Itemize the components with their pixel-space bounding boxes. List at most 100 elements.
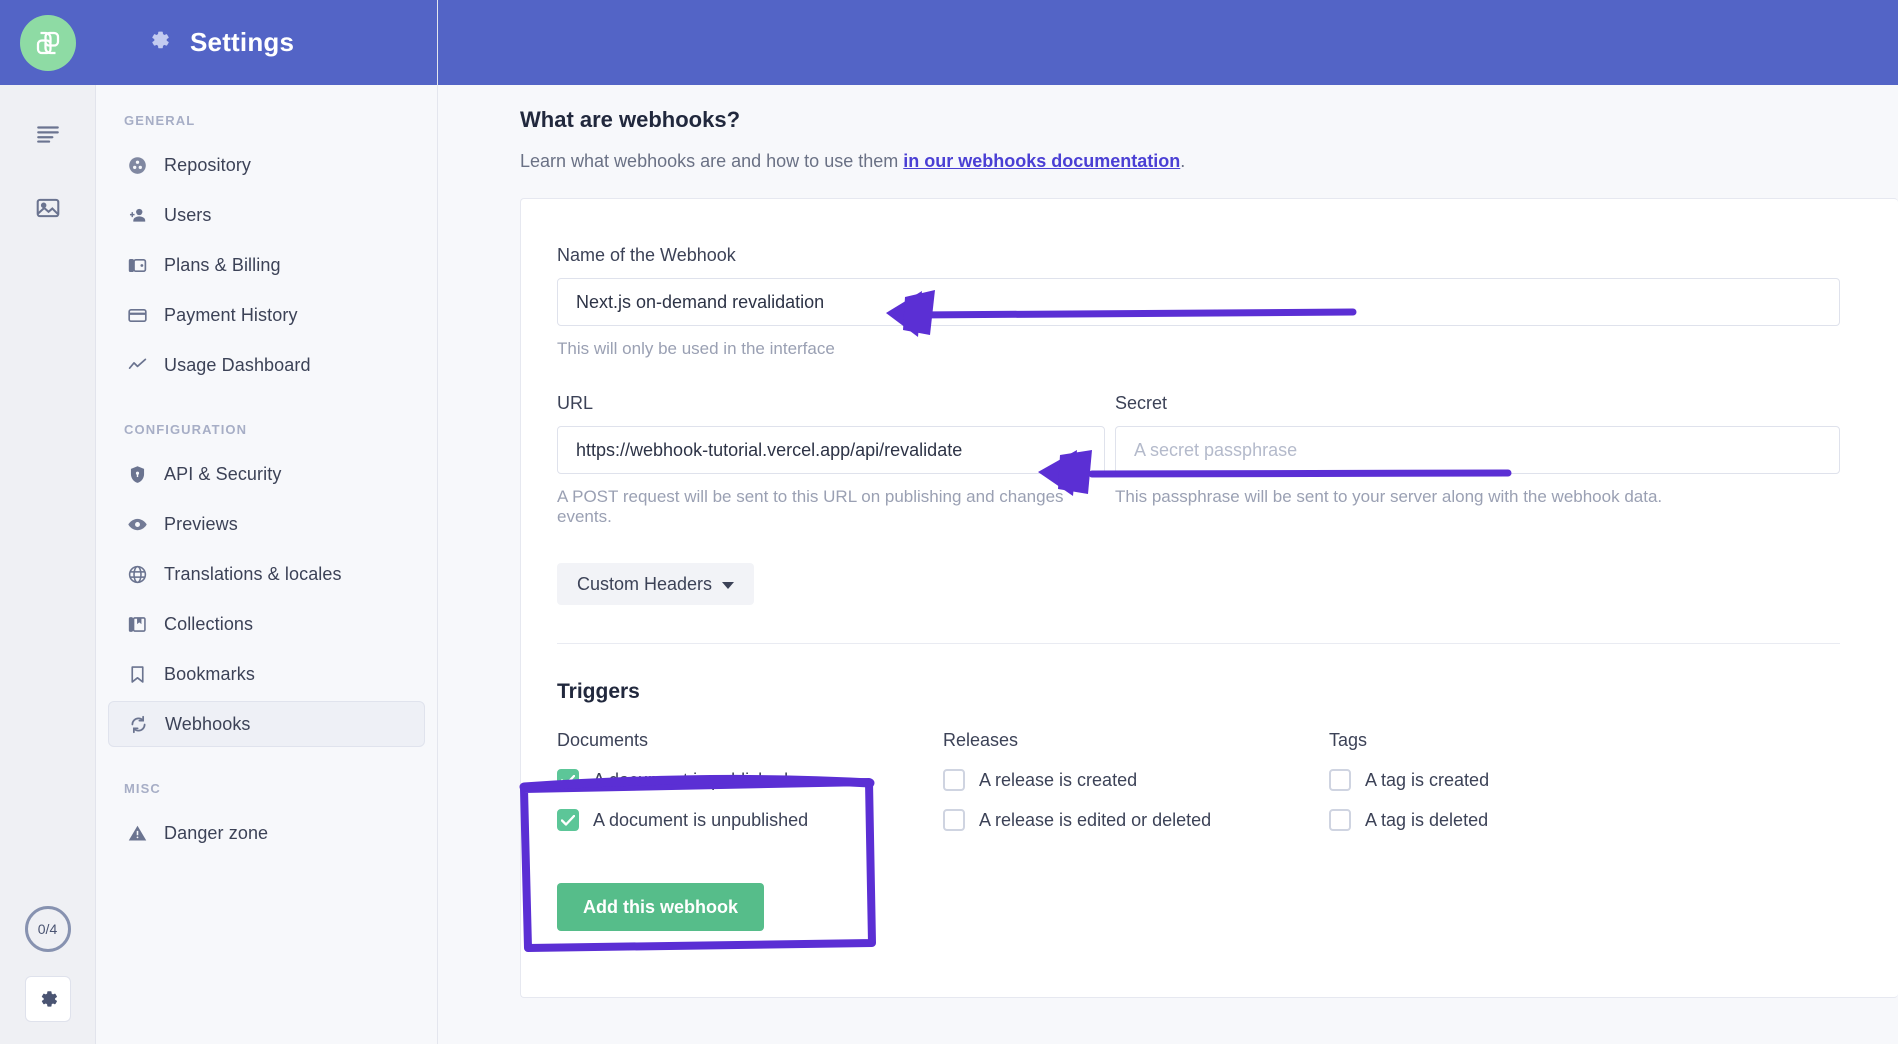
wallet-icon <box>126 254 148 276</box>
chevron-down-icon <box>722 574 734 595</box>
add-webhook-button[interactable]: Add this webhook <box>557 883 764 931</box>
intro-paragraph: Learn what webhooks are and how to use t… <box>520 151 1898 172</box>
books-icon <box>126 613 148 635</box>
trigger-label: A release is edited or deleted <box>979 810 1211 831</box>
trigger-label: A document is published <box>593 770 788 791</box>
sidebar-item-label: Previews <box>164 514 238 535</box>
checkbox-icon[interactable] <box>943 769 965 791</box>
icon-rail: 0/4 <box>0 0 96 1044</box>
sidebar-item-previews[interactable]: Previews <box>108 501 425 547</box>
trigger-tag-created[interactable]: A tag is created <box>1329 769 1715 791</box>
add-user-icon <box>126 204 148 226</box>
main-scroll-area[interactable]: What are webhooks? Learn what webhooks a… <box>438 85 1898 1044</box>
trigger-tag-deleted[interactable]: A tag is deleted <box>1329 809 1715 831</box>
nav-section-configuration-label: CONFIGURATION <box>96 422 437 437</box>
repository-icon <box>126 154 148 176</box>
logo-container[interactable] <box>0 0 96 85</box>
triggers-heading: Triggers <box>557 680 1840 704</box>
checkbox-icon[interactable] <box>943 809 965 831</box>
checkbox-icon[interactable] <box>557 809 579 831</box>
webhook-url-input[interactable] <box>557 426 1105 474</box>
sidebar-item-label: Bookmarks <box>164 664 255 685</box>
custom-headers-button[interactable]: Custom Headers <box>557 563 754 605</box>
trigger-label: A release is created <box>979 770 1137 791</box>
triggers-column-releases: Releases A release is created A release … <box>943 730 1329 849</box>
chart-line-icon <box>126 354 148 376</box>
sidebar-item-payment-history[interactable]: Payment History <box>108 292 425 338</box>
app-root: 0/4 Settings GENERAL <box>0 0 1898 1044</box>
triggers-column-documents: Documents A document is published <box>557 730 943 849</box>
sidebar-item-danger-zone[interactable]: Danger zone <box>108 810 425 856</box>
nav-list-misc: Danger zone <box>96 810 437 856</box>
warning-triangle-icon <box>126 822 148 844</box>
checkbox-icon[interactable] <box>1329 809 1351 831</box>
triggers-column-heading: Tags <box>1329 730 1715 751</box>
sidebar-item-plans-billing[interactable]: Plans & Billing <box>108 242 425 288</box>
sidebar-item-label: Danger zone <box>164 823 268 844</box>
sidebar-item-label: Plans & Billing <box>164 255 281 276</box>
webhooks-intro: What are webhooks? Learn what webhooks a… <box>438 85 1898 198</box>
webhook-form-card: Name of the Webhook This will only be us… <box>520 198 1898 998</box>
trigger-document-published[interactable]: A document is published <box>557 769 943 791</box>
sidebar-item-translations-locales[interactable]: Translations & locales <box>108 551 425 597</box>
trigger-label: A document is unpublished <box>593 810 808 831</box>
sidebar-item-label: Collections <box>164 614 253 635</box>
intro-text-before: Learn what webhooks are and how to use t… <box>520 151 903 171</box>
intro-heading: What are webhooks? <box>520 107 1898 133</box>
prismic-logo-icon <box>20 15 76 71</box>
menu-icon[interactable] <box>25 111 71 157</box>
trigger-release-edited-deleted[interactable]: A release is edited or deleted <box>943 809 1329 831</box>
sidebar-item-usage-dashboard[interactable]: Usage Dashboard <box>108 342 425 388</box>
sidebar-item-label: Users <box>164 205 212 226</box>
webhook-secret-input[interactable] <box>1115 426 1840 474</box>
sidebar-item-label: API & Security <box>164 464 281 485</box>
sidebar-item-label: Webhooks <box>165 714 251 735</box>
onboarding-progress-badge[interactable]: 0/4 <box>25 906 71 952</box>
nav-section-misc-label: MISC <box>96 781 437 796</box>
sidebar-item-webhooks[interactable]: Webhooks <box>108 701 425 747</box>
gear-icon <box>146 27 172 58</box>
sidebar-item-label: Translations & locales <box>164 564 342 585</box>
refresh-icon <box>127 713 149 735</box>
sidebar-item-api-security[interactable]: API & Security <box>108 451 425 497</box>
name-field-group: Name of the Webhook This will only be us… <box>557 245 1840 359</box>
sidebar-item-bookmarks[interactable]: Bookmarks <box>108 651 425 697</box>
rail-icon-group <box>25 111 71 231</box>
nav-section-general-label: GENERAL <box>96 113 437 128</box>
triggers-column-heading: Releases <box>943 730 1329 751</box>
gear-icon[interactable] <box>25 976 71 1022</box>
secret-field-hint: This passphrase will be sent to your ser… <box>1115 487 1840 507</box>
credit-card-icon <box>126 304 148 326</box>
webhooks-documentation-link[interactable]: in our webhooks documentation <box>903 151 1180 171</box>
sidebar-item-label: Usage Dashboard <box>164 355 311 376</box>
trigger-document-unpublished[interactable]: A document is unpublished <box>557 809 943 831</box>
triggers-columns: Documents A document is published <box>557 730 1840 849</box>
custom-headers-label: Custom Headers <box>577 574 712 595</box>
sidebar-nav: GENERAL Repository <box>96 85 437 1044</box>
shield-icon <box>126 463 148 485</box>
page-title: Settings <box>190 27 294 58</box>
trigger-release-created[interactable]: A release is created <box>943 769 1329 791</box>
sidebar-item-repository[interactable]: Repository <box>108 142 425 188</box>
image-icon[interactable] <box>25 185 71 231</box>
trigger-label: A tag is deleted <box>1365 810 1488 831</box>
bookmark-icon <box>126 663 148 685</box>
sidebar-item-collections[interactable]: Collections <box>108 601 425 647</box>
triggers-column-heading: Documents <box>557 730 943 751</box>
section-divider <box>557 643 1840 644</box>
name-field-label: Name of the Webhook <box>557 245 1840 266</box>
name-field-hint: This will only be used in the interface <box>557 339 1840 359</box>
checkbox-icon[interactable] <box>557 769 579 791</box>
trigger-label: A tag is created <box>1365 770 1489 791</box>
webhook-form: Name of the Webhook This will only be us… <box>521 245 1898 931</box>
triggers-column-tags: Tags A tag is created A tag is deleted <box>1329 730 1715 849</box>
url-secret-row: URL A POST request will be sent to this … <box>557 393 1840 527</box>
checkbox-icon[interactable] <box>1329 769 1351 791</box>
sidebar-item-users[interactable]: Users <box>108 192 425 238</box>
url-field-hint: A POST request will be sent to this URL … <box>557 487 1105 527</box>
intro-text-after: . <box>1180 151 1185 171</box>
settings-sidebar: Settings GENERAL Repository <box>96 0 438 1044</box>
url-field-label: URL <box>557 393 1105 414</box>
webhook-name-input[interactable] <box>557 278 1840 326</box>
sidebar-item-label: Repository <box>164 155 251 176</box>
